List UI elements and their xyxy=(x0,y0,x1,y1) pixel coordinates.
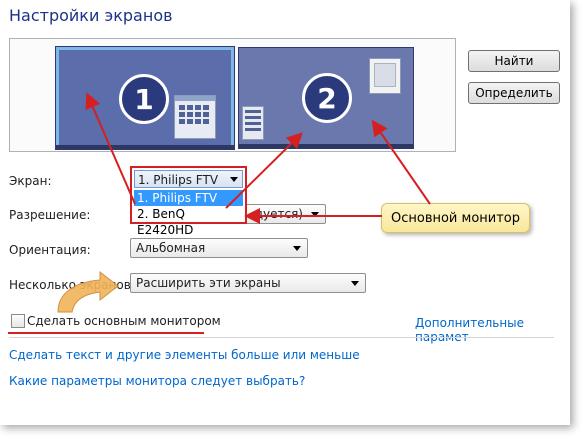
display-settings-panel: Настройки экранов 1 2 Найти Определить Э… xyxy=(0,0,570,425)
arrow-to-monitor-2-screen xyxy=(371,119,431,205)
curved-orange-arrow xyxy=(57,270,119,313)
arrow-to-monitor-1 xyxy=(85,92,136,205)
arrow-to-monitor-2 xyxy=(225,132,303,209)
annotation-arrows xyxy=(57,92,431,313)
